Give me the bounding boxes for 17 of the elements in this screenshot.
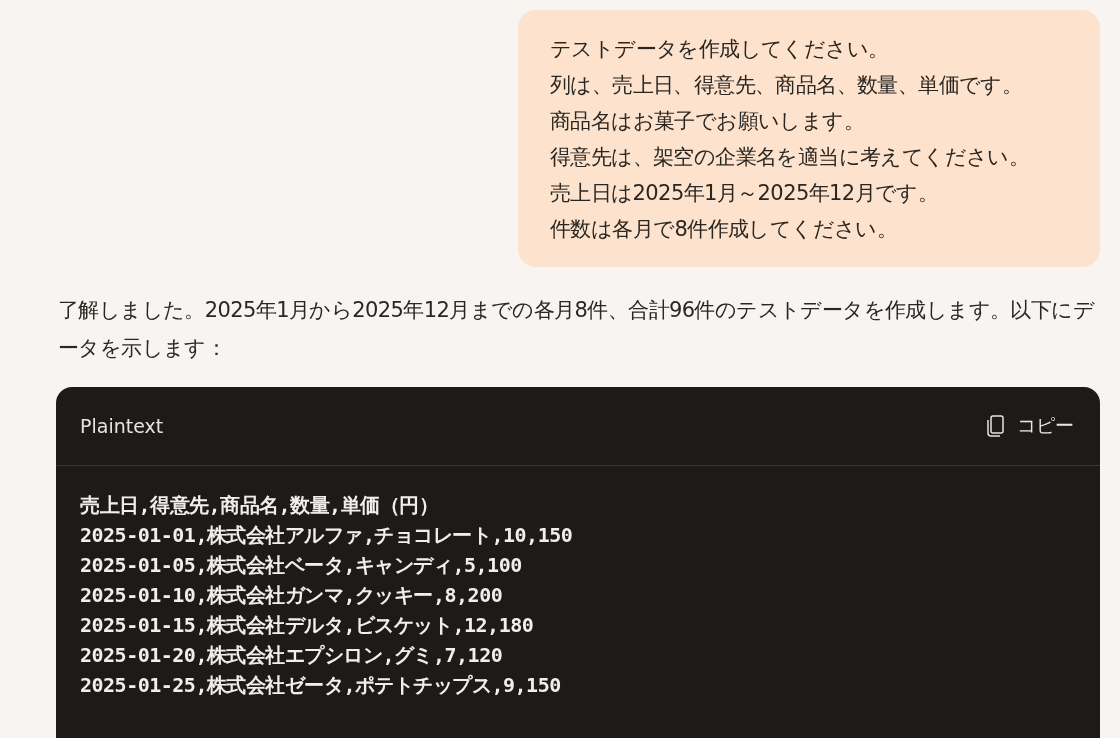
code-language: Plaintext [80,415,164,437]
code-line: 2025-01-01,株式会社アルファ,チョコレート,10,150 [80,522,574,549]
message-line: 列は、売上日、得意先、商品名、数量、単価です。 [550,72,1024,99]
copy-icon [987,415,1005,437]
message-line: 売上日は2025年1月～2025年12月です。 [550,180,940,207]
assistant-message: 了解しました。2025年1月から2025年12月までの各月8件、合計96件のテストデータを作成します。以下にデータを示します： [58,297,1096,362]
message-line: 商品名はお菓子でお願いします。 [550,108,865,135]
code-line: 2025-01-05,株式会社ベータ,キャンディ,5,100 [80,552,523,579]
message-line: テストデータを作成してください。 [550,36,890,63]
code-line: 2025-01-25,株式会社ゼータ,ポテトチップス,9,150 [80,672,562,699]
code-line: 2025-01-15,株式会社デルタ,ビスケット,12,180 [80,612,535,639]
message-line: 得意先は、架空の企業名を適当に考えてください。 [550,144,1031,171]
message-line: 件数は各月で8件作成してください。 [550,216,899,243]
code-line: 2025-01-10,株式会社ガンマ,クッキー,8,200 [80,582,504,609]
copy-button[interactable]: コピー [987,413,1074,439]
code-line: 売上日,得意先,商品名,数量,単価（円） [80,492,440,519]
code-line: 2025-01-20,株式会社エプシロン,グミ,7,120 [80,642,504,669]
